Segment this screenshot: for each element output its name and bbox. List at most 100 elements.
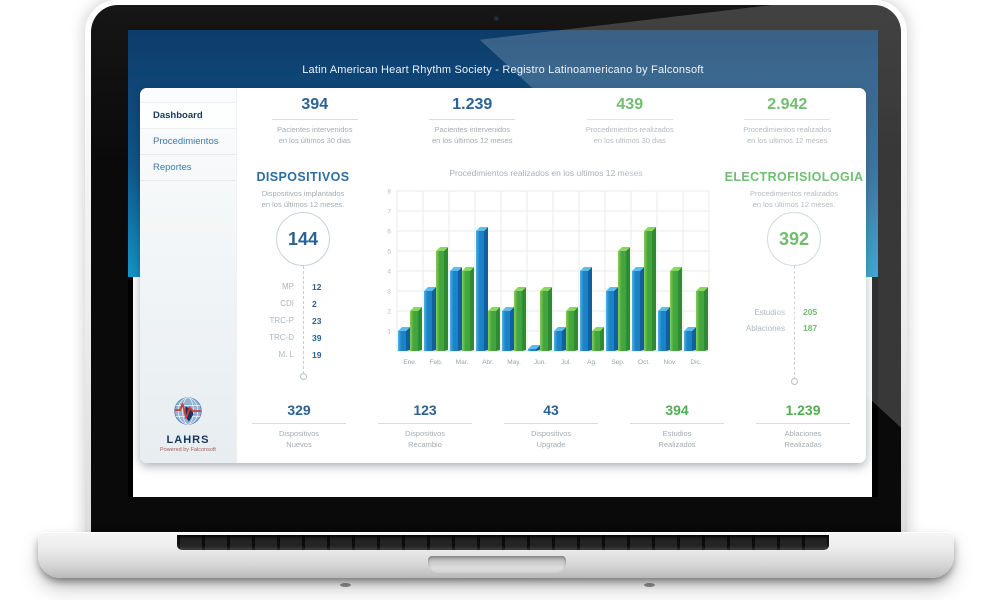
stat-dispositivos-upgrade: 43 Dispositivos Upgrade <box>488 402 614 451</box>
connector-end-dot <box>300 373 307 380</box>
device-label: CDI <box>236 299 303 308</box>
dispositivos-total-badge: 144 <box>276 212 330 266</box>
device-label: TRC-D <box>236 333 303 342</box>
svg-text:Mar.: Mar. <box>456 359 469 366</box>
electrofisiologia-total-badge: 392 <box>767 212 821 266</box>
svg-text:Oct.: Oct. <box>638 359 650 366</box>
svg-text:5: 5 <box>387 249 391 256</box>
stat-dispositivos-recambio: 123 Dispositivos Recambio <box>362 402 488 451</box>
bottom-stats-row: 329 Dispositivos Nuevos 123 Dispositivos… <box>236 402 866 451</box>
laptop-base <box>38 532 954 578</box>
device-value: 2 <box>303 299 370 309</box>
dashboard-main: 394 Pacientes intervenidos en los último… <box>236 88 866 463</box>
stat-procedimientos-30d: 439 Procedimientos realizados en los ult… <box>551 96 709 147</box>
stat-value: 43 <box>488 402 614 418</box>
study-value: 187 <box>794 323 866 333</box>
svg-text:Nov.: Nov. <box>664 359 677 366</box>
stat-value: 2.942 <box>709 96 867 114</box>
stat-divider <box>756 423 850 424</box>
svg-text:2: 2 <box>387 309 391 316</box>
svg-text:Jul.: Jul. <box>561 359 571 366</box>
svg-text:Ag.: Ag. <box>587 359 597 366</box>
sidebar-item-procedimientos[interactable]: Procedimientos <box>140 129 236 155</box>
sidebar: Dashboard Procedimientos Reportes <box>140 88 237 463</box>
svg-text:Dic.: Dic. <box>690 359 701 366</box>
device-row: CDI 2 <box>236 295 370 312</box>
app-screen: Latin American Heart Rhythm Society - Re… <box>128 30 878 497</box>
connector-end-dot <box>791 378 798 385</box>
device-label: TRC-P <box>236 316 303 325</box>
study-value: 205 <box>794 307 866 317</box>
stat-divider <box>630 423 724 424</box>
lid-notch <box>428 556 566 573</box>
sidebar-item-dashboard[interactable]: Dashboard <box>140 102 236 129</box>
stat-estudios-realizados: 394 Estudios Realizados <box>614 402 740 451</box>
svg-text:Abr.: Abr. <box>482 359 494 366</box>
electrofisiologia-title: ELECTROFISIOLOGIA <box>722 170 866 184</box>
device-value: 39 <box>303 333 370 343</box>
svg-text:7: 7 <box>387 209 391 216</box>
page-title: Latin American Heart Rhythm Society - Re… <box>128 64 878 76</box>
svg-text:1: 1 <box>387 329 391 336</box>
lahrs-logo: LAHRS Powered by Falconsoft <box>140 395 236 453</box>
device-row: MP 12 <box>236 278 370 295</box>
laptop-screen: Latin American Heart Rhythm Society - Re… <box>91 5 901 540</box>
lahrs-logo-tagline: Powered by Falconsoft <box>140 447 236 453</box>
stat-divider <box>504 423 598 424</box>
svg-text:3: 3 <box>387 289 391 296</box>
stat-label: Procedimientos realizados en los ultimos… <box>551 125 709 147</box>
keyboard <box>177 535 829 550</box>
stat-value: 394 <box>614 402 740 418</box>
stat-value: 1.239 <box>394 96 552 114</box>
stat-divider <box>429 119 515 120</box>
bar-chart: 12345678Ene.Feb.Mar.Abr.May.Jun.Jul.Ag.S… <box>379 183 713 379</box>
device-label: MP <box>236 282 303 291</box>
stat-ablaciones-realizadas: 1.239 Ablaciones Realizadas <box>740 402 866 451</box>
svg-text:Feb.: Feb. <box>429 359 442 366</box>
device-label: M. L <box>236 350 303 359</box>
stat-label: Dispositivos Nuevos <box>236 429 362 451</box>
stat-label: Estudios Realizados <box>614 429 740 451</box>
device-value: 19 <box>303 350 370 360</box>
svg-text:6: 6 <box>387 229 391 236</box>
stat-value: 1.239 <box>740 402 866 418</box>
stat-divider <box>378 423 472 424</box>
stat-divider <box>744 119 830 120</box>
dispositivos-title: DISPOSITIVOS <box>236 170 370 184</box>
stat-pacientes-12m: 1.239 Pacientes intervenidos en los últi… <box>394 96 552 147</box>
stat-label: Dispositivos Recambio <box>362 429 488 451</box>
dashboard-card: Dashboard Procedimientos Reportes <box>140 88 866 463</box>
stat-divider <box>272 119 358 120</box>
device-row: TRC-D 39 <box>236 329 370 346</box>
stat-value: 394 <box>236 96 394 114</box>
device-row: TRC-P 23 <box>236 312 370 329</box>
electrofisiologia-subtitle: Procedimientos realizados en los últimos… <box>722 189 866 210</box>
stat-value: 329 <box>236 402 362 418</box>
study-row: Ablaciones 187 <box>722 320 866 336</box>
webcam-icon <box>494 16 499 21</box>
top-stats-row: 394 Pacientes intervenidos en los último… <box>236 96 866 147</box>
svg-text:Jun.: Jun. <box>534 359 546 366</box>
stat-divider <box>587 119 673 120</box>
stat-value: 439 <box>551 96 709 114</box>
svg-text:Sep.: Sep. <box>611 359 625 366</box>
stat-procedimientos-12m: 2.942 Procedimientos realizados en los u… <box>709 96 867 147</box>
stat-divider <box>252 423 346 424</box>
globe-heart-icon <box>172 395 204 427</box>
svg-text:Ene.: Ene. <box>403 359 417 366</box>
device-value: 12 <box>303 282 370 292</box>
stat-label: Procedimientos realizados en los ultimos… <box>709 125 867 147</box>
laptop-mockup: Latin American Heart Rhythm Society - Re… <box>0 0 992 600</box>
laptop-foot <box>340 583 351 587</box>
chart-panel: Procedimientos realizados en los ultimos… <box>370 156 722 400</box>
study-label: Ablaciones <box>722 324 794 333</box>
stat-label: Pacientes intervenidos en los últimos 30… <box>236 125 394 147</box>
dispositivos-panel: DISPOSITIVOS Dispositivos implantados en… <box>236 156 370 400</box>
stat-dispositivos-nuevos: 329 Dispositivos Nuevos <box>236 402 362 451</box>
study-row: Estudios 205 <box>722 304 866 320</box>
sidebar-item-reportes[interactable]: Reportes <box>140 155 236 181</box>
device-value: 23 <box>303 316 370 326</box>
device-row: M. L 19 <box>236 346 370 363</box>
laptop-lid: Latin American Heart Rhythm Society - Re… <box>85 0 907 540</box>
stat-pacientes-30d: 394 Pacientes intervenidos en los último… <box>236 96 394 147</box>
